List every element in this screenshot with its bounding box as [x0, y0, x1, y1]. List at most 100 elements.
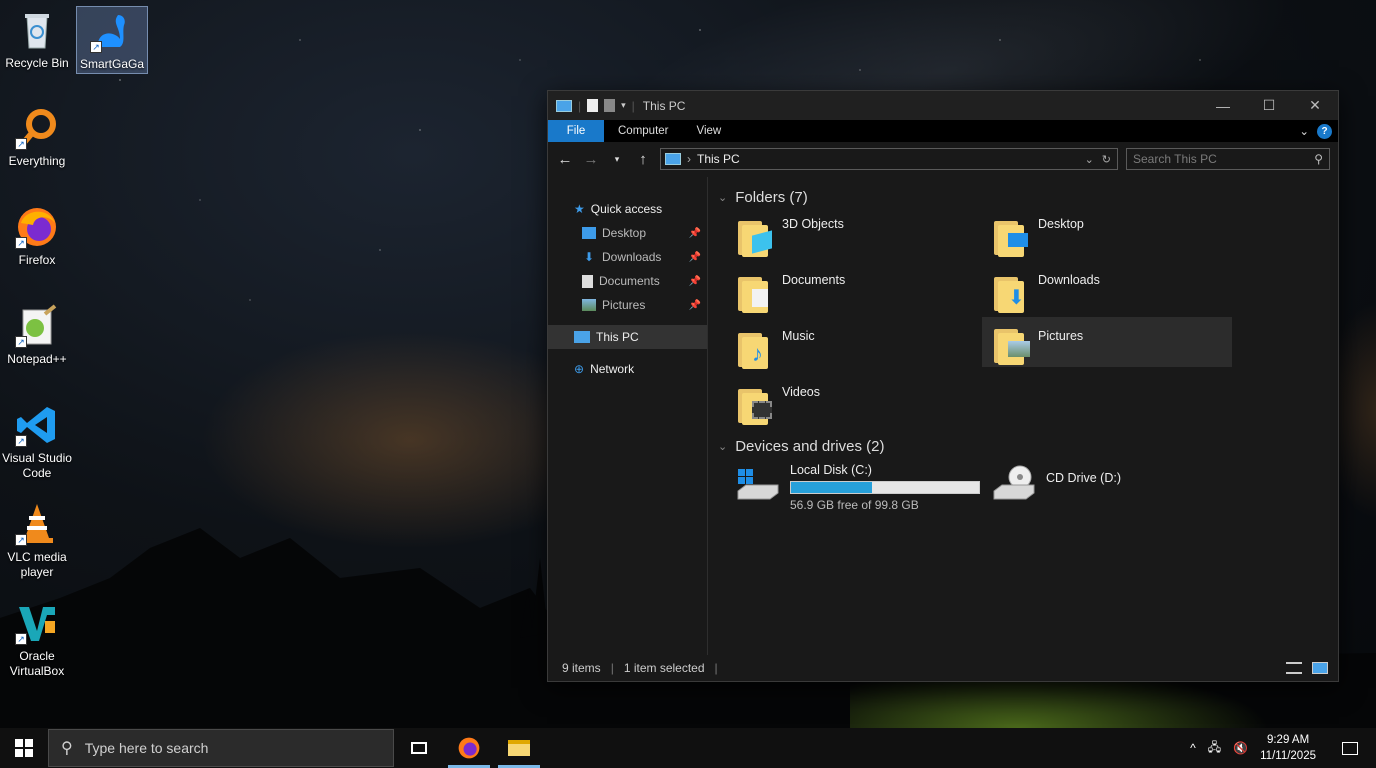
folder-videos[interactable]: Videos: [726, 381, 976, 431]
pin-icon: 📌: [688, 299, 701, 311]
system-tray: ^ 🖧 🔇 9:29 AM 11/11/2025: [1190, 728, 1376, 768]
address-bar[interactable]: › This PC ⌄ ↻: [660, 148, 1118, 170]
file-explorer-icon: [508, 740, 530, 756]
nav-label: Quick access: [590, 202, 663, 216]
back-button[interactable]: ←: [556, 151, 574, 168]
firefox-icon: [458, 737, 480, 759]
breadcrumb-separator-icon: ›: [687, 152, 691, 166]
folders-group-header[interactable]: ⌄ Folders (7): [718, 185, 1328, 209]
desktop-icon-vlc[interactable]: ↗ VLC media player: [1, 502, 73, 580]
clock-time: 9:29 AM: [1266, 734, 1310, 746]
desktop-icon-label: VLC media player: [7, 550, 67, 579]
computer-icon: [665, 153, 681, 165]
close-button[interactable]: ✕: [1292, 91, 1338, 120]
desktop-icon-notepad-plus-plus[interactable]: ↗ Notepad++: [1, 304, 73, 367]
shortcut-arrow-icon: ↗: [15, 336, 27, 348]
folder-desktop[interactable]: Desktop: [982, 213, 1232, 263]
customize-toolbar-icon[interactable]: ▾: [621, 100, 626, 111]
nav-item-documents[interactable]: Documents 📌: [548, 269, 707, 293]
refresh-icon[interactable]: ↻: [1102, 153, 1111, 166]
taskbar-search-box[interactable]: ⚲ Type here to search: [48, 729, 394, 767]
up-button[interactable]: ↑: [634, 151, 652, 168]
desktop-icon-everything[interactable]: ↗ Everything: [1, 106, 73, 169]
drive-local-disk-c[interactable]: Local Disk (C:) 56.9 GB free of 99.8 GB: [726, 459, 980, 515]
address-dropdown-icon[interactable]: ⌄: [1085, 153, 1094, 166]
nav-item-pictures[interactable]: Pictures 📌: [548, 293, 707, 317]
vlc-cone-icon: ↗: [15, 502, 59, 546]
folder-label: Videos: [782, 385, 820, 399]
volume-muted-icon[interactable]: 🔇: [1233, 741, 1248, 755]
desktop-icon-smartgaga[interactable]: ↗ SmartGaGa: [76, 6, 148, 74]
desktop-icon-vscode[interactable]: ↗ Visual Studio Code: [1, 403, 73, 481]
navigation-bar: ← → ▾ ↑ › This PC ⌄ ↻ Search This PC ⚲: [548, 142, 1338, 176]
tab-computer[interactable]: Computer: [604, 120, 683, 142]
large-icons-view-icon[interactable]: [1312, 662, 1328, 674]
show-hidden-icons-chevron-icon[interactable]: ^: [1190, 741, 1196, 755]
nav-label: Pictures: [602, 298, 646, 312]
desktop-icon-virtualbox[interactable]: ↗ Oracle VirtualBox: [1, 601, 73, 679]
nav-item-downloads[interactable]: ⬇ Downloads 📌: [548, 245, 707, 269]
recent-locations-chevron-icon[interactable]: ▾: [608, 154, 626, 165]
forward-button[interactable]: →: [582, 151, 600, 168]
taskbar-firefox[interactable]: [444, 728, 494, 768]
pictures-folder-icon: [990, 325, 1030, 365]
folder-label: Music: [782, 329, 815, 343]
folder-label: 3D Objects: [782, 217, 844, 231]
start-button[interactable]: [0, 728, 48, 768]
desktop-icon-label: Firefox: [18, 253, 56, 267]
3d-objects-folder-icon: [734, 217, 774, 257]
folder-pictures[interactable]: Pictures: [982, 317, 1232, 367]
navigation-pane: ★ Quick access Desktop 📌 ⬇ Downloads 📌 D…: [548, 177, 708, 655]
title-bar: | ▾ | This PC — ☐ ✕: [548, 91, 1338, 120]
search-box[interactable]: Search This PC ⚲: [1126, 148, 1330, 170]
nav-this-pc[interactable]: This PC: [548, 325, 707, 349]
drive-usage-bar: [790, 481, 980, 494]
nav-quick-access[interactable]: ★ Quick access: [548, 197, 707, 221]
help-icon[interactable]: ?: [1317, 123, 1332, 139]
search-icon: ⚲: [61, 740, 73, 757]
drive-cd-d[interactable]: CD Drive (D:): [982, 459, 1232, 509]
clock[interactable]: 9:29 AM 11/11/2025: [1260, 732, 1316, 764]
computer-icon: [574, 331, 590, 343]
tab-file[interactable]: File: [548, 120, 604, 142]
group-label: Folders (7): [735, 188, 808, 206]
new-folder-icon[interactable]: [604, 99, 616, 112]
ribbon-tabs: File Computer View ⌄ ?: [548, 120, 1338, 142]
desktop-icon-firefox[interactable]: ↗ Firefox: [1, 205, 73, 268]
pin-icon: 📌: [688, 251, 701, 263]
folder-label: Documents: [782, 273, 846, 287]
expand-ribbon-chevron-icon[interactable]: ⌄: [1299, 124, 1309, 138]
folder-downloads[interactable]: ⬇ Downloads: [982, 269, 1232, 319]
pin-icon: 📌: [688, 275, 701, 287]
desktop-icon-recycle-bin[interactable]: Recycle Bin: [1, 8, 73, 71]
folder-documents[interactable]: Documents: [726, 269, 976, 319]
selection-count: 1 item selected: [623, 661, 705, 675]
drives-group-header[interactable]: ⌄ Devices and drives (2): [718, 434, 884, 458]
notification-icon: [1342, 741, 1358, 755]
task-view-button[interactable]: [394, 728, 444, 768]
details-view-icon[interactable]: [1286, 662, 1302, 674]
nav-label: This PC: [596, 330, 639, 344]
nav-label: Documents: [599, 274, 660, 288]
window-title: This PC: [642, 98, 686, 113]
nav-label: Desktop: [602, 226, 647, 240]
maximize-button[interactable]: ☐: [1246, 91, 1292, 120]
minimize-button[interactable]: —: [1200, 91, 1246, 120]
notifications-button[interactable]: [1328, 728, 1372, 768]
folder-3d-objects[interactable]: 3D Objects: [726, 213, 976, 263]
nav-network[interactable]: ⊕ Network: [548, 357, 707, 381]
nav-item-desktop[interactable]: Desktop 📌: [548, 221, 707, 245]
firefox-icon: ↗: [15, 205, 59, 249]
desktop-icon-label: Everything: [8, 154, 66, 168]
network-icon[interactable]: 🖧: [1208, 738, 1221, 759]
properties-icon[interactable]: [587, 99, 599, 112]
shortcut-arrow-icon: ↗: [90, 41, 102, 53]
folder-music[interactable]: ♪ Music: [726, 325, 976, 375]
computer-icon: [556, 99, 572, 112]
breadcrumb-this-pc[interactable]: This PC: [697, 152, 740, 166]
tab-view[interactable]: View: [683, 120, 736, 142]
desktop-icon-label: Visual Studio Code: [2, 451, 72, 480]
vscode-icon: ↗: [15, 403, 59, 447]
taskbar-file-explorer[interactable]: [494, 728, 544, 768]
download-arrow-icon: ⬇: [583, 250, 595, 264]
